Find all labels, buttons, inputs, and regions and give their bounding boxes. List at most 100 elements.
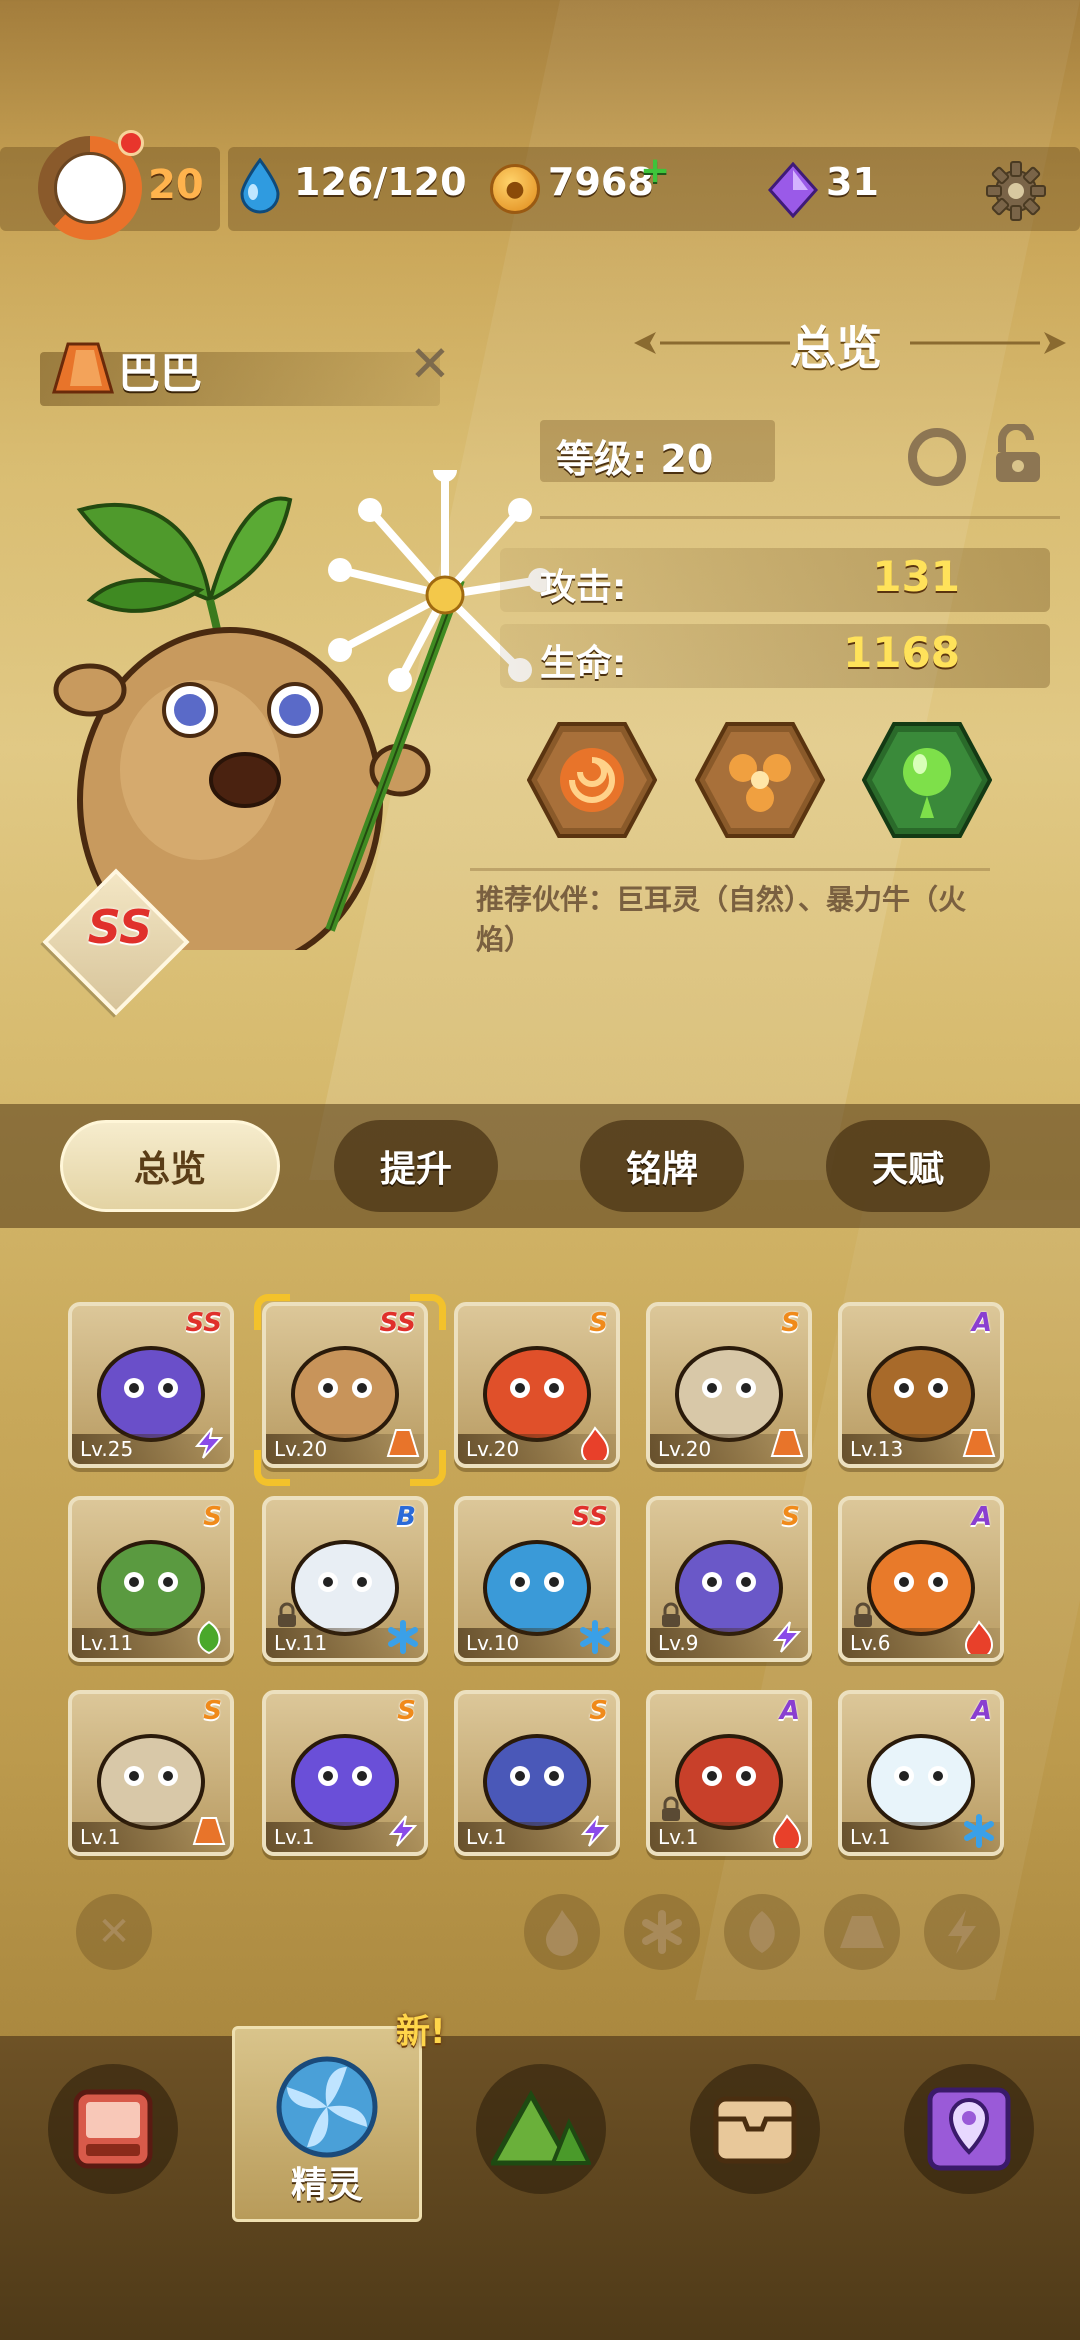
pet-rarity: B [396, 1502, 416, 1532]
nav-map[interactable] [476, 2064, 606, 2194]
nav-location[interactable] [904, 2064, 1034, 2194]
earth-element-icon [52, 342, 114, 394]
pet-card[interactable]: S Lv.11 [68, 1496, 234, 1662]
earth-icon [840, 1916, 884, 1948]
pet-rarity: A [971, 1696, 992, 1726]
nature-icon [749, 1911, 775, 1953]
attack-label: 攻击: [540, 567, 627, 608]
tab-overview[interactable]: 总览 [60, 1120, 280, 1212]
lock-icon [662, 1602, 680, 1627]
filter-ice-button[interactable] [624, 1894, 700, 1970]
nav-pets[interactable] [262, 2042, 392, 2172]
pet-card[interactable]: S Lv.1 [262, 1690, 428, 1856]
filter-earth-button[interactable] [824, 1894, 900, 1970]
coin-icon: ● [490, 164, 540, 214]
pet-card[interactable]: SS Lv.25 [68, 1302, 234, 1468]
pet-rarity: SS [185, 1308, 222, 1338]
pet-rarity: S [589, 1696, 608, 1726]
tab-nameplate[interactable]: 铭牌 [580, 1120, 744, 1212]
pet-rarity: A [779, 1696, 800, 1726]
close-icon: ✕ [97, 1909, 131, 1955]
energy-drop-icon [240, 158, 280, 214]
tab-talent[interactable]: 天赋 [826, 1120, 990, 1212]
coin-value: 7968 [548, 160, 654, 204]
pet-card[interactable]: A Lv.6 [838, 1496, 1004, 1662]
add-coins-button[interactable]: + [640, 150, 670, 191]
pet-card[interactable]: S Lv.20 [646, 1302, 812, 1468]
title-ornament-left [634, 332, 790, 354]
filter-nature-button[interactable] [724, 1894, 800, 1970]
recommended-partners: 推荐伙伴：巨耳灵（自然）、暴力牛（火焰） [476, 883, 967, 956]
pet-level: 等级: 20 [556, 437, 714, 481]
nav-pets-label: 精灵 [290, 2165, 363, 2206]
notification-dot [118, 130, 144, 156]
tab-upgrade[interactable]: 提升 [334, 1120, 498, 1212]
earth-icon [192, 1817, 226, 1845]
mountain-icon [491, 2089, 591, 2166]
selection-corner [254, 1294, 290, 1330]
nav-shop[interactable] [48, 2064, 178, 2194]
pet-card[interactable]: S Lv.20 [454, 1302, 620, 1468]
pet-card[interactable]: S Lv.9 [646, 1496, 812, 1662]
selection-corner [254, 1450, 290, 1486]
title-ornament-right [910, 332, 1066, 354]
lightning-icon [194, 1427, 224, 1459]
close-icon[interactable]: ✕ [404, 338, 456, 390]
settings-gear-icon[interactable] [985, 160, 1047, 222]
pet-card[interactable]: S Lv.1 [454, 1690, 620, 1856]
pet-name: 巴巴 [118, 349, 203, 398]
pet-rarity: S [397, 1696, 416, 1726]
pet-rarity: A [971, 1308, 992, 1338]
divider [540, 516, 1060, 519]
fire-icon [772, 1814, 802, 1848]
pet-card[interactable]: A Lv.1 [838, 1690, 1004, 1856]
pet-rarity: S [781, 1308, 800, 1338]
divider-2 [470, 868, 990, 871]
pet-rarity: SS [571, 1502, 608, 1532]
pet-card[interactable]: A Lv.13 [838, 1302, 1004, 1468]
pets-swirl-icon [276, 2056, 378, 2158]
ice-icon [580, 1620, 610, 1654]
location-pin-icon [927, 2087, 1011, 2171]
filter-lightning-button[interactable] [924, 1894, 1000, 1970]
fire-icon [580, 1426, 610, 1460]
avatar-image [54, 152, 126, 224]
pet-card[interactable]: B Lv.11 [262, 1496, 428, 1662]
pet-rarity: S [781, 1502, 800, 1532]
filter-fire-button[interactable] [524, 1894, 600, 1970]
ice-icon [388, 1620, 418, 1654]
pet-card[interactable]: SS Lv.10 [454, 1496, 620, 1662]
skill-triple-icon[interactable] [695, 720, 825, 840]
lock-icon [278, 1602, 296, 1627]
lightning-icon [772, 1621, 802, 1653]
energy-value: 126/120 [294, 160, 467, 204]
skill-nature-icon[interactable] [862, 720, 992, 840]
clear-filter-button[interactable]: ✕ [76, 1894, 152, 1970]
fire-icon [546, 1910, 578, 1956]
skill-swirl-icon[interactable] [527, 720, 657, 840]
lightning-icon [580, 1815, 610, 1847]
earth-icon [962, 1429, 996, 1457]
ring-icon[interactable] [908, 428, 966, 486]
player-level: 20 [148, 162, 204, 208]
ice-icon [964, 1814, 994, 1848]
gem-value: 31 [826, 160, 879, 204]
pet-card[interactable]: S Lv.1 [68, 1690, 234, 1856]
pet-rank: SS [87, 900, 153, 954]
lightning-icon [388, 1815, 418, 1847]
pet-rarity: S [203, 1696, 222, 1726]
new-badge: 新! [396, 2012, 446, 2052]
lock-icon [662, 1796, 680, 1821]
hp-value: 1168 [843, 628, 960, 677]
lock-open-icon[interactable] [990, 424, 1046, 486]
ice-icon [642, 1910, 682, 1954]
lightning-icon [948, 1910, 976, 1954]
chest-icon [713, 2096, 797, 2164]
pet-card[interactable]: A Lv.1 [646, 1690, 812, 1856]
nature-icon [197, 1620, 221, 1654]
overview-title: 总览 [790, 321, 882, 375]
nav-inventory[interactable] [690, 2064, 820, 2194]
selection-corner [410, 1450, 446, 1486]
hp-label: 生命: [540, 643, 627, 684]
shop-icon [73, 2089, 153, 2169]
